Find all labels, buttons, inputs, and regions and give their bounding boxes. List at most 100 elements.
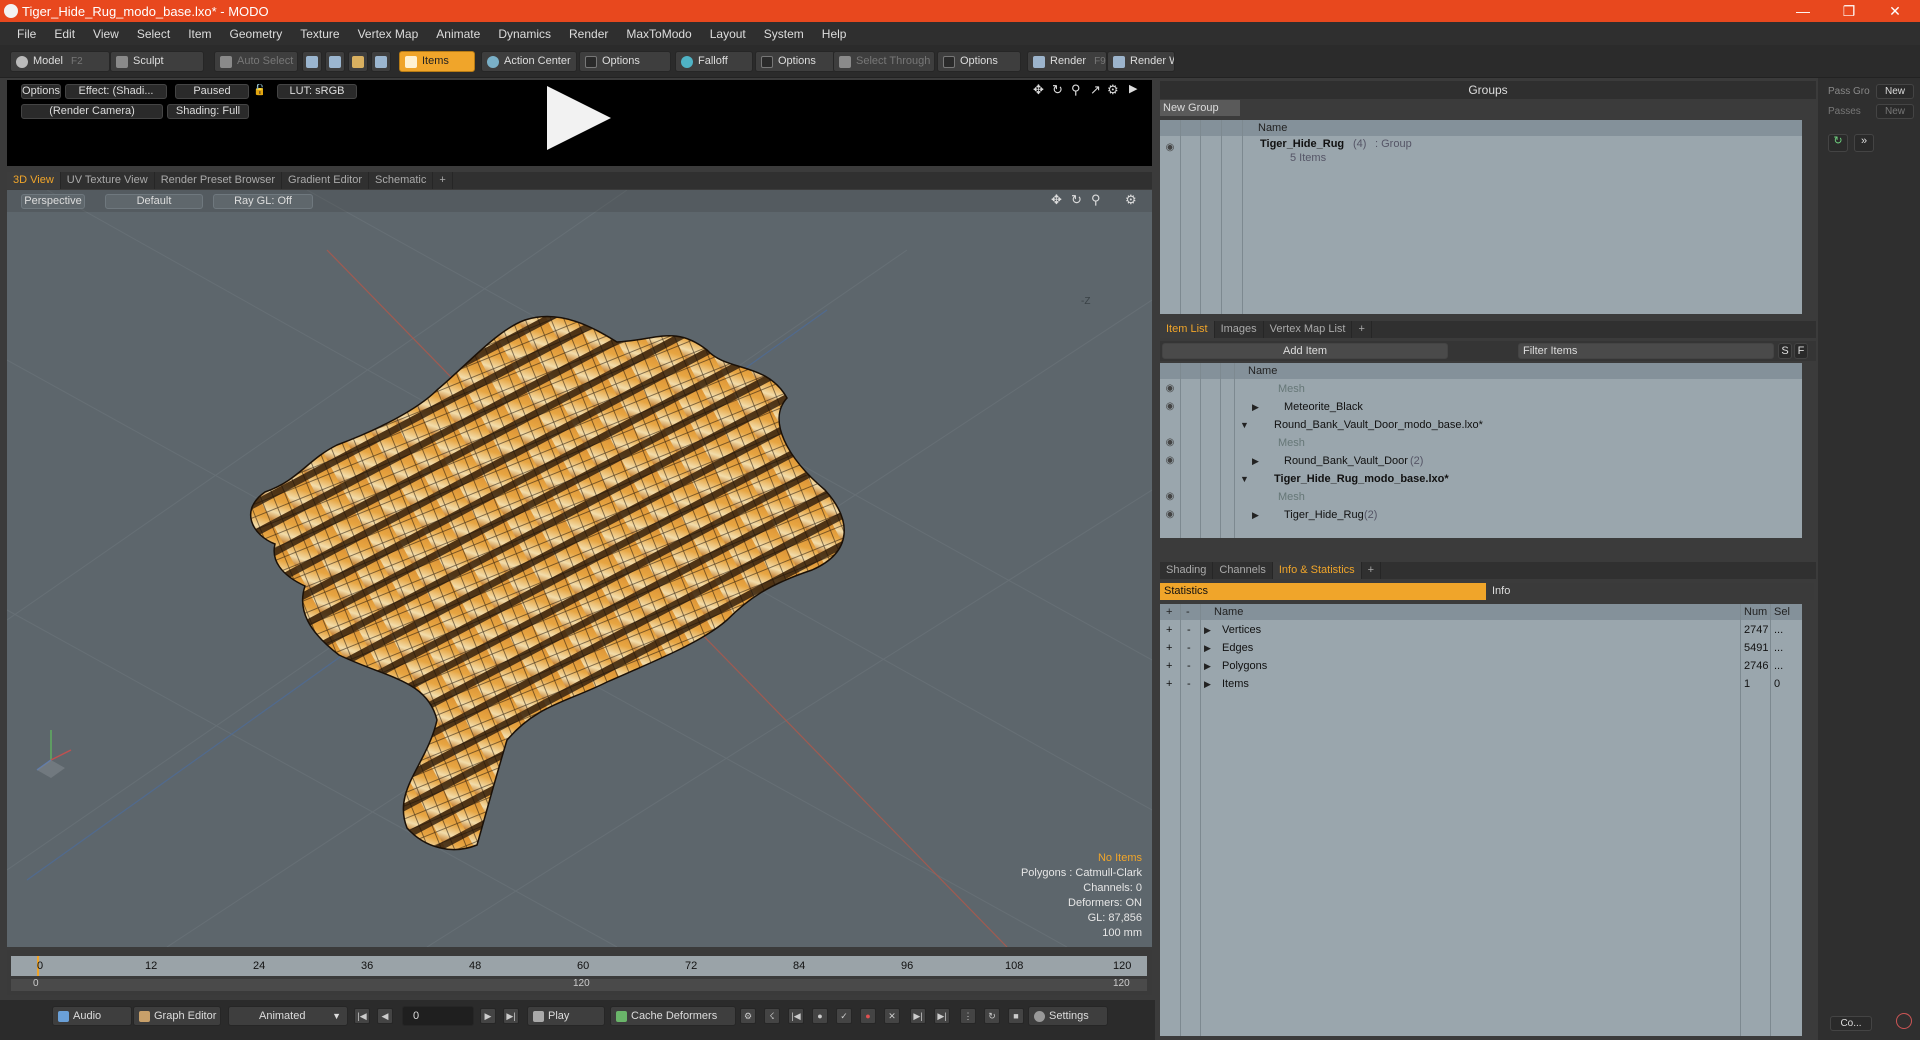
stats-row-items[interactable]: + - ▶ Items 1 0: [1160, 675, 1802, 693]
perspective-dropdown[interactable]: Perspective: [21, 194, 85, 209]
menu-layout[interactable]: Layout: [710, 27, 746, 41]
next-frame-icon[interactable]: ▶: [480, 1008, 496, 1024]
play-icon[interactable]: [547, 86, 611, 150]
remove-icon[interactable]: -: [1187, 621, 1191, 639]
action-center-options-button[interactable]: Options: [579, 51, 671, 72]
viewport-settings-gear-icon[interactable]: ⚙: [1125, 192, 1137, 208]
preview-options-button[interactable]: Options: [21, 84, 61, 99]
menu-file[interactable]: File: [17, 27, 36, 41]
menu-dynamics[interactable]: Dynamics: [498, 27, 551, 41]
channel-icon[interactable]: ⋮: [960, 1008, 976, 1024]
visibility-eye-icon[interactable]: ◉: [1164, 401, 1176, 413]
tab-3d-view[interactable]: 3D View: [7, 172, 61, 189]
expand-arrow-icon[interactable]: ▶: [1204, 621, 1211, 639]
zoom-icon[interactable]: ⚲: [1091, 192, 1101, 208]
auto-key-icon[interactable]: ✓: [836, 1008, 852, 1024]
forward-icon[interactable]: »: [1854, 134, 1874, 152]
skip-start-icon[interactable]: |◀: [354, 1008, 370, 1024]
list-item-meteorite-black[interactable]: ◉ ▶ Meteorite_Black: [1160, 398, 1802, 416]
auto-select-button[interactable]: Auto Select: [214, 51, 298, 72]
remove-icon[interactable]: -: [1187, 675, 1191, 693]
visibility-eye-icon[interactable]: ◉: [1164, 509, 1176, 521]
zoom-icon[interactable]: ⚲: [1071, 82, 1081, 98]
expand-arrow-icon[interactable]: ▶: [1204, 675, 1211, 693]
edges-mode-button[interactable]: [325, 51, 345, 72]
prev-frame-icon[interactable]: ◀: [377, 1008, 393, 1024]
add-icon[interactable]: +: [1166, 639, 1172, 657]
stats-row-edges[interactable]: + - ▶ Edges 5491...: [1160, 639, 1802, 657]
add-icon[interactable]: +: [1166, 621, 1172, 639]
filter-f-button[interactable]: F: [1794, 343, 1808, 359]
cache-deformers-button[interactable]: Cache Deformers: [610, 1006, 736, 1026]
visibility-eye-icon[interactable]: ◉: [1164, 491, 1176, 503]
menu-select[interactable]: Select: [137, 27, 170, 41]
expand-arrow-icon[interactable]: ▶: [1204, 657, 1211, 675]
menu-view[interactable]: View: [93, 27, 119, 41]
add-icon[interactable]: +: [1166, 657, 1172, 675]
menu-maxtomodo[interactable]: MaxToModo: [626, 27, 691, 41]
close-button[interactable]: ✕: [1872, 0, 1918, 22]
menu-vertex-map[interactable]: Vertex Map: [358, 27, 419, 41]
list-item-mesh[interactable]: ◉ Mesh: [1160, 380, 1802, 398]
items-mode-button[interactable]: Items: [399, 51, 475, 72]
tab-item-list[interactable]: Item List: [1160, 321, 1215, 338]
list-item-mesh[interactable]: ◉ Mesh: [1160, 488, 1802, 506]
settings-button[interactable]: Settings: [1028, 1006, 1108, 1026]
list-item-round-bank-vault-scene[interactable]: ▼ Round_Bank_Vault_Door_modo_base.lxo*: [1160, 416, 1802, 434]
menu-help[interactable]: Help: [822, 27, 847, 41]
refresh-icon[interactable]: ↻: [1828, 134, 1848, 152]
menu-geometry[interactable]: Geometry: [230, 27, 283, 41]
last-key-icon[interactable]: ▶|: [934, 1008, 950, 1024]
menu-system[interactable]: System: [764, 27, 804, 41]
list-item-tiger-hide-rug[interactable]: ◉ ▶ Tiger_Hide_Rug (2): [1160, 506, 1802, 524]
render-button[interactable]: Render F9: [1027, 51, 1107, 72]
motion-icon[interactable]: ↻: [984, 1008, 1000, 1024]
tab-schematic[interactable]: Schematic: [369, 172, 434, 189]
skeleton-icon[interactable]: ☇: [764, 1008, 780, 1024]
add-tab-button[interactable]: +: [1352, 321, 1372, 338]
expand-arrow-icon[interactable]: ▶: [1129, 82, 1137, 95]
audio-button[interactable]: Audio: [52, 1006, 132, 1026]
expand-arrow-icon[interactable]: ▶: [1252, 452, 1259, 470]
tab-gradient-editor[interactable]: Gradient Editor: [282, 172, 369, 189]
add-icon[interactable]: +: [1166, 675, 1172, 693]
polygons-mode-button[interactable]: [348, 51, 368, 72]
preview-effect-dropdown[interactable]: Effect: (Shadi...: [65, 84, 167, 99]
pan-icon[interactable]: ✥: [1051, 192, 1062, 208]
add-tab-button[interactable]: +: [1362, 562, 1382, 579]
sculpt-mode-button[interactable]: Sculpt: [110, 51, 204, 72]
action-center-button[interactable]: Action Center: [481, 51, 577, 72]
expand-arrow-icon[interactable]: ▶: [1252, 506, 1259, 524]
delete-key-icon[interactable]: ✕: [884, 1008, 900, 1024]
animated-dropdown[interactable]: Animated ▼: [228, 1006, 348, 1026]
tab-uv-texture-view[interactable]: UV Texture View: [61, 172, 155, 189]
minimize-button[interactable]: —: [1780, 0, 1826, 22]
vertices-mode-button[interactable]: [302, 51, 322, 72]
command-input[interactable]: Co...: [1830, 1016, 1872, 1031]
current-frame-input[interactable]: 0: [402, 1006, 474, 1026]
timeline-ruler[interactable]: 0 12 24 36 48 60 72 84 96 108 120: [11, 956, 1147, 976]
group-row-tiger-hide-rug[interactable]: ◉ Tiger_Hide_Rug (4) : Group 5 Items: [1160, 138, 1802, 169]
visibility-eye-icon[interactable]: ◉: [1164, 455, 1176, 467]
menu-item[interactable]: Item: [188, 27, 211, 41]
materials-mode-button[interactable]: [371, 51, 391, 72]
model-mode-button[interactable]: Model F2: [10, 51, 110, 72]
collapse-arrow-icon[interactable]: ▼: [1240, 470, 1249, 488]
visibility-eye-icon[interactable]: ◉: [1164, 142, 1176, 154]
preview-lut-dropdown[interactable]: LUT: sRGB: [277, 84, 357, 99]
visibility-eye-icon[interactable]: ◉: [1164, 383, 1176, 395]
restore-button[interactable]: ❐: [1826, 0, 1872, 22]
collapse-arrow-icon[interactable]: ▼: [1240, 416, 1249, 434]
next-key-icon[interactable]: ▶|: [910, 1008, 926, 1024]
menu-render[interactable]: Render: [569, 27, 608, 41]
list-item-mesh[interactable]: ◉ Mesh: [1160, 434, 1802, 452]
render-window-button[interactable]: Render Window: [1107, 51, 1175, 72]
menu-texture[interactable]: Texture: [300, 27, 339, 41]
timeline-range-bar[interactable]: 0 120 120: [11, 978, 1147, 991]
filter-items-input[interactable]: Filter Items: [1518, 343, 1774, 359]
new-group-button[interactable]: New Group: [1160, 100, 1240, 116]
add-tab-button[interactable]: +: [433, 172, 453, 189]
info-tab[interactable]: Info: [1488, 583, 1814, 600]
raygl-dropdown[interactable]: Ray GL: Off: [213, 194, 313, 209]
fit-icon[interactable]: ↗: [1090, 82, 1101, 98]
